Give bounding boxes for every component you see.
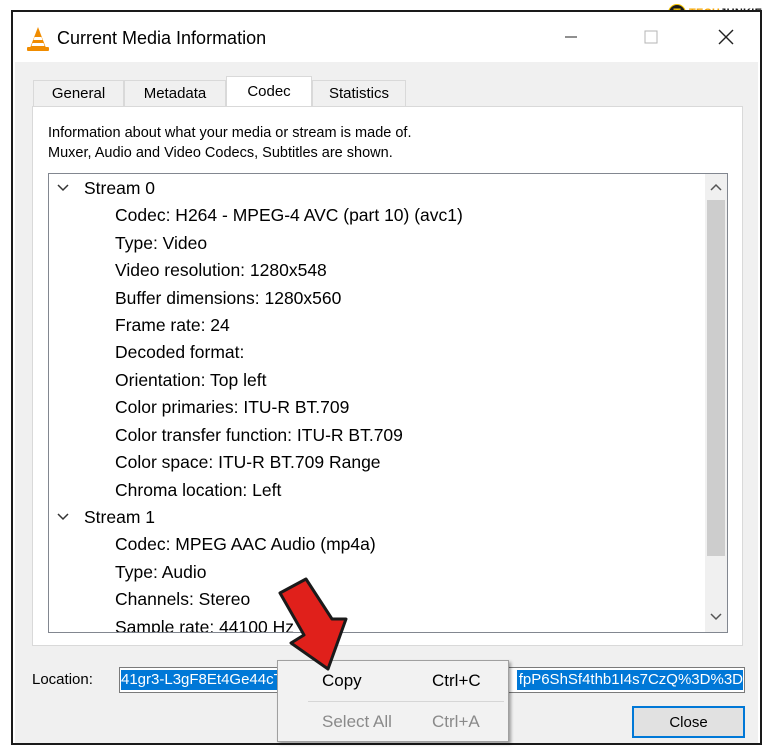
stream-property[interactable]: Channels: Stereo [115,589,250,610]
media-info-window: Current Media Information General Metada… [11,10,762,745]
menu-item-shortcut: Ctrl+A [432,712,480,731]
vlc-cone-icon [27,27,49,51]
description-line: Information about what your media or str… [48,125,412,141]
stream-property[interactable]: Color space: ITU-R BT.709 Range [115,452,381,473]
chevron-down-icon[interactable] [56,181,70,195]
context-menu-select-all[interactable]: Select All Ctrl+A [278,704,508,740]
scrollbar-thumb[interactable] [707,200,725,556]
tab-bar: General Metadata Codec Statistics [33,76,406,106]
maximize-icon [644,30,658,44]
scroll-down-icon[interactable] [709,610,723,624]
red-pointer-arrow-icon [278,577,348,671]
stream-tree[interactable]: Stream 0 Codec: H264 - MPEG-4 AVC (part … [48,173,728,633]
stream-property[interactable]: Buffer dimensions: 1280x560 [115,288,341,309]
stream-property[interactable]: Color transfer function: ITU-R BT.709 [115,425,403,446]
stream-property[interactable]: Codec: H264 - MPEG-4 AVC (part 10) (avc1… [115,205,463,226]
scroll-up-icon[interactable] [709,180,723,194]
tab-statistics[interactable]: Statistics [312,80,406,106]
maximize-button[interactable] [628,20,674,54]
tree-scrollbar[interactable] [705,174,727,632]
stream-property[interactable]: Chroma location: Left [115,480,281,501]
stream-property[interactable]: Decoded format: [115,342,244,363]
menu-item-label: Select All [322,712,392,731]
dialog-body: General Metadata Codec Statistics Inform… [15,62,758,743]
menu-separator [308,701,504,702]
location-selected-text-end: fpP6ShSf4thb1I4s7CzQ%3D%3D [517,670,743,690]
stream-property[interactable]: Codec: MPEG AAC Audio (mp4a) [115,534,376,555]
codec-description: Information about what your media or str… [48,123,411,163]
stream-node[interactable]: Stream 1 [84,507,155,528]
minimize-button[interactable] [548,20,594,54]
close-button[interactable]: Close [632,706,745,738]
location-label: Location: [32,671,93,688]
close-window-button[interactable] [703,20,749,54]
chevron-down-icon[interactable] [56,510,70,524]
title-bar[interactable]: Current Media Information [13,12,760,62]
stream-property[interactable]: Frame rate: 24 [115,315,230,336]
codec-panel: Information about what your media or str… [32,106,743,646]
stream-property[interactable]: Video resolution: 1280x548 [115,260,327,281]
minimize-icon [565,36,577,38]
close-icon [718,29,734,45]
stream-property[interactable]: Type: Video [115,233,207,254]
stream-property[interactable]: Color primaries: ITU-R BT.709 [115,397,349,418]
tab-metadata[interactable]: Metadata [124,80,226,106]
location-selected-text: 41gr3-L3gF8Et4Ge44cT [121,670,281,690]
stream-node[interactable]: Stream 0 [84,178,155,199]
tab-codec[interactable]: Codec [226,76,312,106]
description-line: Muxer, Audio and Video Codecs, Subtitles… [48,145,393,161]
stream-property[interactable]: Orientation: Top left [115,370,266,391]
tab-general[interactable]: General [33,80,124,106]
menu-item-shortcut: Ctrl+C [432,671,481,690]
stream-property[interactable]: Type: Audio [115,562,206,583]
window-title: Current Media Information [57,28,267,48]
